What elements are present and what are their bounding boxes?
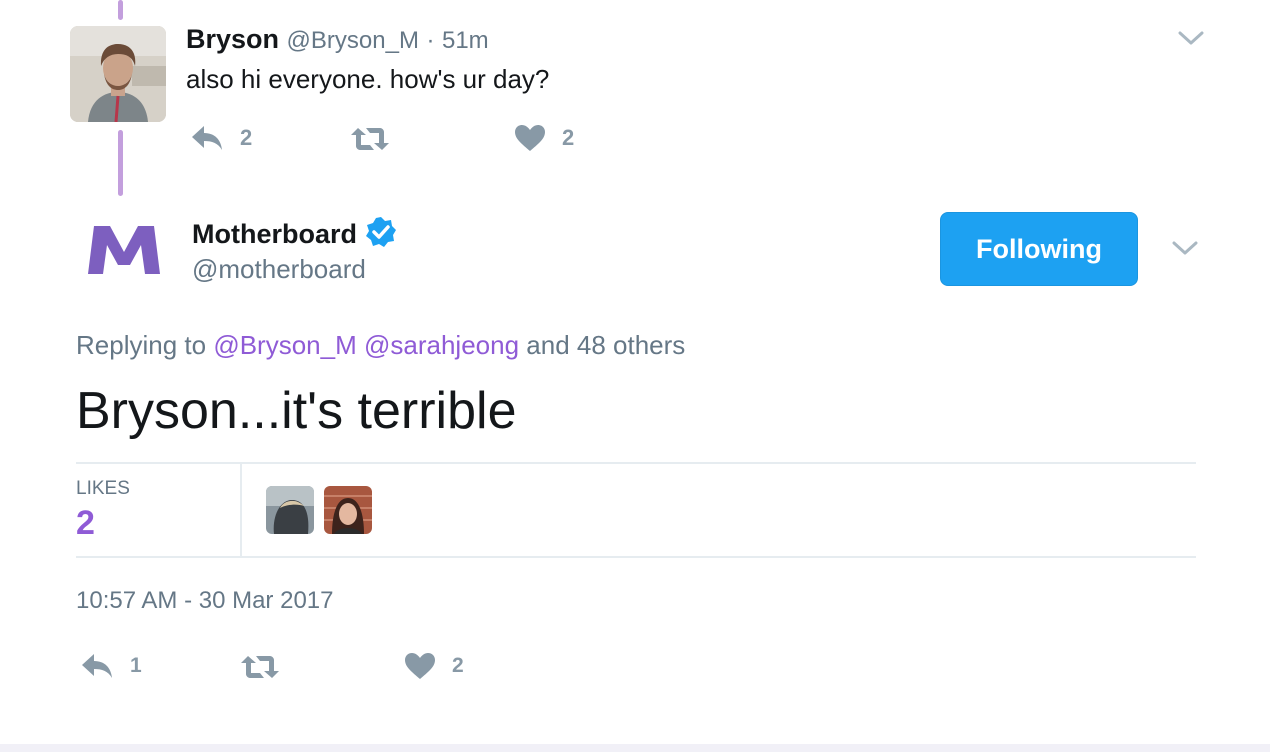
main-like-action[interactable]: 2 <box>404 652 464 680</box>
likes-label: LIKES <box>76 478 130 499</box>
replying-user-link[interactable]: @sarahjeong <box>364 330 519 360</box>
retweet-icon[interactable] <box>350 126 390 152</box>
thread-line-top <box>118 0 123 20</box>
thread-line-bottom <box>118 130 123 196</box>
following-button[interactable]: Following <box>940 212 1138 286</box>
parent-reply-action[interactable]: 2 <box>190 124 252 152</box>
main-author-block: Motherboard @motherboard <box>192 214 397 285</box>
stats-vertical-divider <box>240 464 242 556</box>
bryson-avatar[interactable] <box>70 26 166 122</box>
parent-tweet-text: also hi everyone. how's ur day? <box>186 64 550 94</box>
tweet-timestamp[interactable]: 10:57 AM - 30 Mar 2017 <box>76 586 333 616</box>
main-display-name[interactable]: Motherboard <box>192 219 357 250</box>
parent-handle[interactable]: @Bryson_M <box>287 27 419 54</box>
verified-badge-icon <box>365 216 397 253</box>
bottom-border <box>0 744 1270 752</box>
parent-time-ago[interactable]: 51m <box>442 27 489 54</box>
liker-avatar[interactable] <box>266 486 314 534</box>
parent-retweet-action[interactable] <box>350 126 390 152</box>
main-like-count: 2 <box>452 654 464 677</box>
stats-bottom-divider <box>76 556 1196 558</box>
liker-avatar[interactable] <box>324 486 372 534</box>
reply-icon[interactable] <box>80 652 114 680</box>
main-reply-action[interactable]: 1 <box>80 652 142 680</box>
heart-icon[interactable] <box>514 124 546 152</box>
parent-reply-count: 2 <box>240 125 253 150</box>
likes-count[interactable]: 2 <box>76 504 95 543</box>
replying-user-link[interactable]: @Bryson_M <box>213 330 356 360</box>
parent-like-count: 2 <box>562 125 575 150</box>
parent-display-name[interactable]: Bryson <box>186 24 279 54</box>
motherboard-logo[interactable] <box>84 212 164 292</box>
parent-tweet-header: Bryson @Bryson_M · 51m <box>186 22 489 58</box>
heart-icon[interactable] <box>404 652 436 680</box>
parent-like-action[interactable]: 2 <box>514 124 574 152</box>
stats-top-divider <box>76 462 1196 464</box>
retweet-icon[interactable] <box>240 654 280 680</box>
time-separator: · <box>426 27 435 54</box>
replying-to-line: Replying to @Bryson_M @sarahjeong and 48… <box>76 328 685 362</box>
replying-prefix: Replying to <box>76 330 207 360</box>
reply-icon[interactable] <box>190 124 224 152</box>
chevron-down-icon[interactable] <box>1172 240 1198 256</box>
main-handle[interactable]: @motherboard <box>192 254 397 285</box>
main-retweet-action[interactable] <box>240 654 280 680</box>
replying-suffix[interactable]: and 48 others <box>526 330 685 360</box>
chevron-down-icon[interactable] <box>1178 30 1204 46</box>
main-tweet-text: Bryson...it's terrible <box>76 382 517 440</box>
main-reply-count: 1 <box>130 654 142 677</box>
